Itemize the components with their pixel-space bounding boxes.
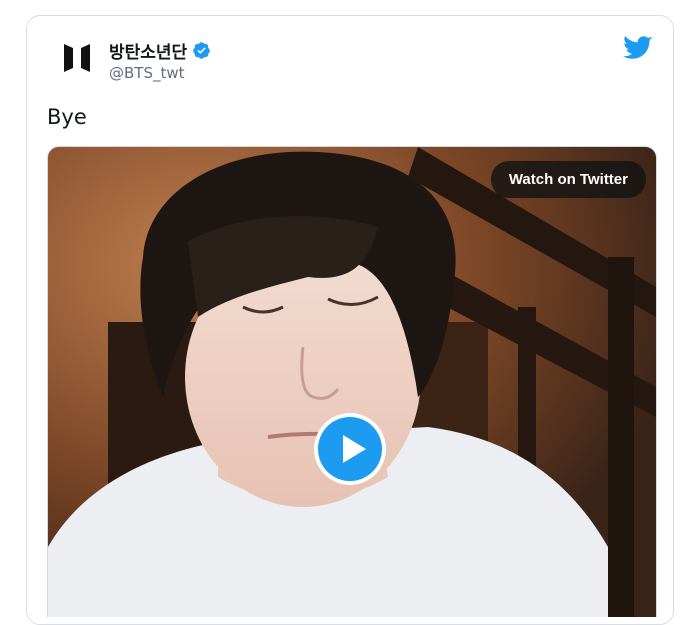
tweet-card[interactable]: 방탄소년단 @BTS_twt Bye Watch on Twitter <box>26 15 674 625</box>
verified-badge-icon <box>193 42 211 59</box>
bts-logo-icon[interactable] <box>55 36 99 80</box>
author-name-row[interactable]: 방탄소년단 <box>109 38 211 63</box>
video-thumbnail <box>48 147 656 617</box>
author-display-name[interactable]: 방탄소년단 <box>109 38 187 63</box>
author-handle[interactable]: @BTS_twt <box>109 64 185 82</box>
video-player[interactable]: Watch on Twitter <box>47 146 657 617</box>
tweet-text: Bye <box>47 105 87 129</box>
play-icon[interactable] <box>312 411 388 487</box>
twitter-bird-icon[interactable] <box>623 36 653 61</box>
watch-on-twitter-button[interactable]: Watch on Twitter <box>490 161 646 198</box>
